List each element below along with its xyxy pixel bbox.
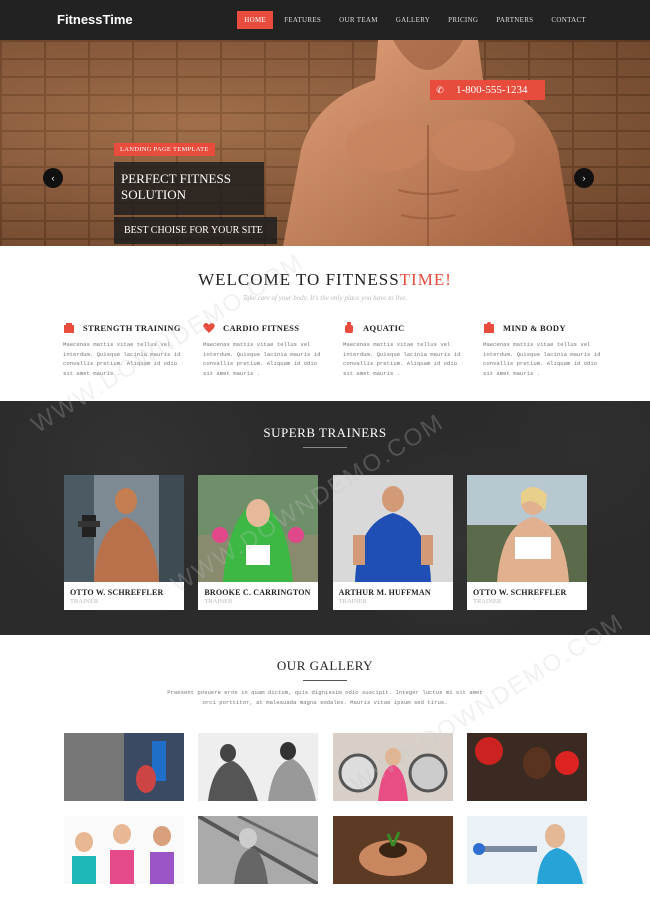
menu-item-partners[interactable]: PARTNERS [489, 11, 540, 29]
gallery-grid [64, 733, 587, 884]
menu-item-home[interactable]: HOME [237, 11, 274, 29]
feature-title: CARDIO FITNESS [223, 323, 300, 333]
menu-item-gallery[interactable]: GALLERY [389, 11, 437, 29]
menu-item-contact[interactable]: CONTACT [544, 11, 593, 29]
trainer-photo [332, 475, 453, 582]
welcome-heading: WELCOME TO FITNESSTIME! [0, 270, 650, 290]
feature-strength: STRENGTH TRAINING Maecenas mattis vitae … [63, 322, 183, 378]
trainer-card[interactable]: OTTO W. SCHREFFLER TRAINER [466, 475, 587, 610]
menu-item-our-team[interactable]: OUR TEAM [332, 11, 385, 29]
gallery-image[interactable] [198, 733, 319, 801]
feature-title: AQUATIC [363, 323, 405, 333]
trainers-section: SUPERB TRAINERS OTTO W. SCHREFFLER TRAIN… [0, 401, 650, 635]
feature-title: STRENGTH TRAINING [83, 323, 181, 333]
trainer-photo [64, 475, 184, 582]
gallery-image[interactable] [64, 816, 184, 884]
welcome-heading-main: WELCOME TO FITNESS [198, 270, 400, 289]
main-menu: HOME FEATURES OUR TEAM GALLERY PRICING P… [237, 11, 593, 29]
trainer-card[interactable]: BROOKE C. CARRINGTON TRAINER [198, 475, 319, 610]
trainer-name: OTTO W. SCHREFFLER [472, 588, 567, 597]
phone-icon: ✆ [436, 84, 444, 95]
trainer-name: OTTO W. SCHREFFLER [70, 588, 164, 597]
feature-title: MIND & BODY [503, 323, 566, 333]
trainer-card[interactable]: OTTO W. SCHREFFLER TRAINER [64, 475, 184, 610]
feature-cardio: CARDIO FITNESS Maecenas mattis vitae tel… [203, 322, 323, 378]
feature-text: Maecenas mattis vitae tellus vel interdu… [343, 341, 461, 377]
site-logo[interactable]: FitnessTime [57, 12, 133, 27]
welcome-heading-accent: TIME! [399, 270, 452, 289]
phone-number: 1-800-555-1234 [456, 84, 528, 96]
kettlebell-icon [345, 322, 353, 333]
gallery-image[interactable] [466, 816, 587, 884]
menu-item-features[interactable]: FEATURES [277, 11, 328, 29]
features-row: STRENGTH TRAINING Maecenas mattis vitae … [63, 322, 603, 378]
chevron-left-icon: ‹ [51, 173, 55, 183]
feature-aquatic: AQUATIC Maecenas mattis vitae tellus vel… [343, 322, 463, 378]
trainer-role: TRAINER [472, 598, 502, 605]
welcome-subtitle: Take care of your body. It's the only pl… [242, 294, 408, 302]
hero-subtitle: BEST CHOISE FOR YOUR SITE [114, 217, 277, 244]
slider-prev-button[interactable]: ‹ [43, 168, 63, 188]
title-divider [303, 447, 347, 448]
feature-text: Maecenas mattis vitae tellus vel interdu… [63, 341, 181, 377]
chevron-right-icon: › [582, 173, 586, 183]
gallery-title: OUR GALLERY [276, 658, 374, 673]
gallery-description: Praesent posuere eros in quam dictum, qu… [167, 689, 483, 706]
feature-text: Maecenas mattis vitae tellus vel interdu… [203, 341, 321, 377]
hero-tag: LANDING PAGE TEMPLATE [114, 143, 215, 156]
slider-next-button[interactable]: › [574, 168, 594, 188]
body-icon [484, 322, 494, 333]
trainer-role: TRAINER [204, 598, 233, 605]
hero-athlete-image [283, 40, 573, 246]
heart-icon [203, 323, 215, 333]
gallery-image[interactable] [466, 733, 587, 801]
gallery-image[interactable] [64, 733, 184, 801]
trainer-cards: OTTO W. SCHREFFLER TRAINER BROOKE C. CAR… [64, 475, 587, 610]
gallery-image[interactable] [198, 816, 319, 884]
gallery-image[interactable] [332, 733, 453, 801]
trainer-role: TRAINER [338, 598, 367, 605]
feature-mind-body: MIND & BODY Maecenas mattis vitae tellus… [483, 322, 603, 378]
feature-text: Maecenas mattis vitae tellus vel interdu… [483, 341, 601, 377]
trainer-card[interactable]: ARTHUR M. HUFFMAN TRAINER [332, 475, 453, 610]
trainer-name: BROOKE C. CARRINGTON [204, 588, 311, 597]
dumbbell-icon [64, 323, 74, 333]
menu-item-pricing[interactable]: PRICING [441, 11, 485, 29]
trainers-title: SUPERB TRAINERS [263, 425, 387, 440]
trainer-photo [198, 475, 319, 582]
top-navbar: FitnessTime HOME FEATURES OUR TEAM GALLE… [0, 0, 650, 40]
trainer-photo [466, 475, 587, 582]
trainer-role: TRAINER [70, 598, 99, 605]
hero-title: PERFECT FITNESS SOLUTION [114, 162, 264, 215]
hero-slider: ✆ 1-800-555-1234 LANDING PAGE TEMPLATE P… [0, 40, 650, 246]
trainer-name: ARTHUR M. HUFFMAN [338, 588, 431, 597]
phone-tag[interactable]: ✆ 1-800-555-1234 [430, 80, 545, 100]
title-divider [303, 680, 347, 681]
gallery-image[interactable] [332, 816, 453, 884]
